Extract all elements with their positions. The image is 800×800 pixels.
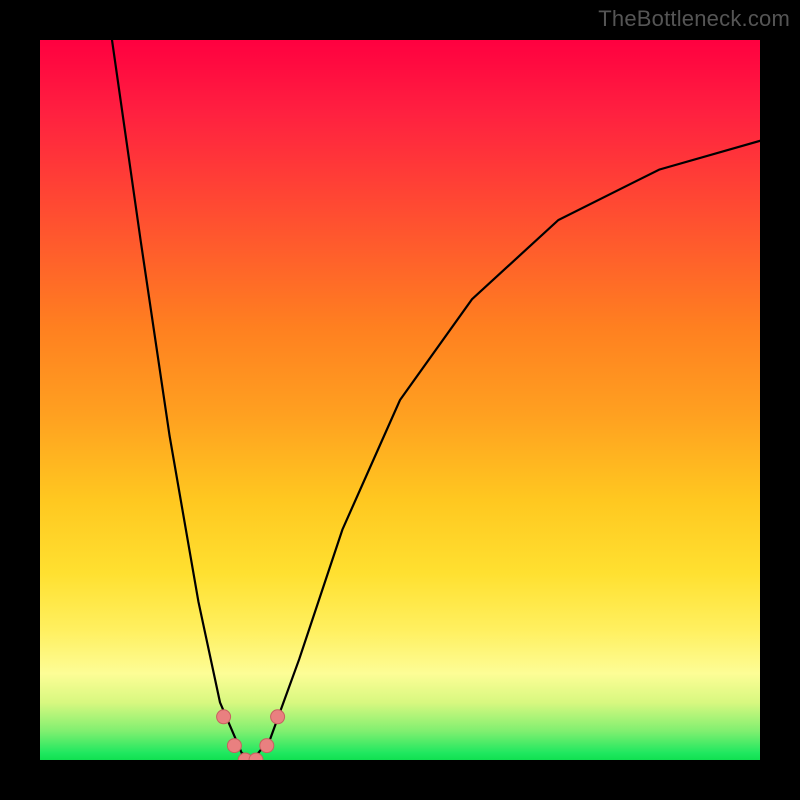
curve-left-branch xyxy=(112,40,252,760)
curve-right-branch xyxy=(252,141,760,760)
chart-plot-area xyxy=(40,40,760,760)
valley-dot xyxy=(260,739,274,753)
valley-dot xyxy=(249,753,263,760)
valley-dot xyxy=(271,710,285,724)
valley-dot xyxy=(227,739,241,753)
watermark-text: TheBottleneck.com xyxy=(598,6,790,32)
chart-svg xyxy=(40,40,760,760)
valley-dots xyxy=(217,710,285,760)
valley-dot xyxy=(217,710,231,724)
